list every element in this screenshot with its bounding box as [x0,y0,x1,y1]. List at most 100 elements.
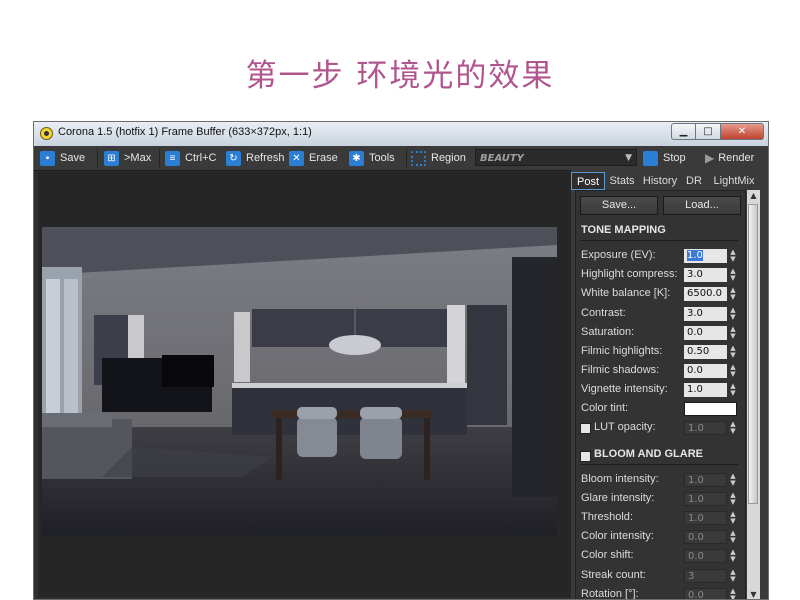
scrollbar-thumb[interactable] [748,204,758,504]
white-balance-label: White balance [K]: [581,287,671,299]
render-label: Render [718,152,755,164]
panel-tabs: Post Stats History DR LightMix [571,172,761,190]
region-label: Region [431,152,466,164]
tools-button[interactable]: ✱ Tools [349,148,395,168]
load-preset-button[interactable]: Load... [663,196,741,215]
render-viewport [38,172,571,597]
exposure-value: 1.0 [687,250,703,261]
tab-stats[interactable]: Stats [607,172,637,190]
saturation-input[interactable]: 0.0 [684,326,727,340]
color-intensity-input[interactable]: 0.0 [684,530,727,544]
minimize-button[interactable]: ▁ [671,123,696,140]
bloom-intensity-stepper[interactable]: ▲ ▼ [729,473,737,487]
frame-buffer-window: Corona 1.5 (hotfix 1) Frame Buffer (633×… [33,121,769,600]
post-tab-content: Save... Load... TONE MAPPING Exposure (E… [575,190,746,600]
render-button[interactable]: ▶ Render [705,148,754,168]
corona-logo-icon [40,127,53,140]
color-shift-input[interactable]: 0.0 [684,549,727,563]
region-button[interactable]: Region [411,148,466,168]
contrast-stepper[interactable]: ▲ ▼ [729,307,737,321]
filmic-shadows-label: Filmic shadows: [581,364,660,376]
bloom-intensity-label: Bloom intensity: [581,473,659,485]
tab-post[interactable]: Post [571,172,605,190]
threshold-input[interactable]: 1.0 [684,511,727,525]
lut-opacity-stepper[interactable]: ▲ ▼ [729,421,737,435]
tab-lightmix[interactable]: LightMix [707,172,761,190]
filmic-highlights-stepper[interactable]: ▲ ▼ [729,345,737,359]
copy-button[interactable]: ≡ Ctrl+C [165,148,216,168]
maximize-button[interactable]: □ [696,123,721,140]
rotation-input[interactable]: 0.0 [684,588,727,599]
close-button[interactable]: ✕ [721,123,764,140]
title-bar[interactable]: Corona 1.5 (hotfix 1) Frame Buffer (633×… [34,122,768,147]
save-preset-button[interactable]: Save... [580,196,658,215]
glare-intensity-input[interactable]: 1.0 [684,492,727,506]
lut-opacity-label: LUT opacity: [594,421,656,433]
tools-label: Tools [369,152,395,164]
erase-button[interactable]: ✕ Erase [289,148,338,168]
white-balance-stepper[interactable]: ▲ ▼ [729,287,737,301]
section-divider [580,464,738,465]
filmic-highlights-label: Filmic highlights: [581,345,663,357]
threshold-stepper[interactable]: ▲ ▼ [729,511,737,525]
page-title: 第一步 环境光的效果 [245,58,555,94]
save-button[interactable]: ▪ Save [40,148,85,168]
vignette-intensity-label: Vignette intensity: [581,383,668,395]
tab-dr[interactable]: DR [683,172,705,190]
streak-count-label: Streak count: [581,569,646,581]
copy-label: Ctrl+C [185,152,217,164]
close-icon: ✕ [289,150,304,166]
bloom-intensity-input[interactable]: 1.0 [684,473,727,487]
channel-select[interactable]: BEAUTY ▼ [475,149,637,166]
highlight-compress-stepper[interactable]: ▲ ▼ [729,268,737,282]
window-controls: ▁ □ ✕ [671,123,764,140]
window-icon: ⊞ [104,150,119,166]
floppy-icon: ▪ [40,150,55,166]
refresh-button[interactable]: ↻ Refresh [226,148,285,168]
lut-checkbox[interactable] [580,423,591,434]
scroll-up-arrow-icon[interactable]: ▲ [747,190,760,202]
tone-mapping-title: TONE MAPPING [581,224,666,236]
highlight-compress-input[interactable]: 3.0 [684,268,727,282]
contrast-input[interactable]: 3.0 [684,307,727,321]
streak-count-input[interactable]: 3 [684,569,727,583]
max-button[interactable]: ⊞ >Max [104,148,151,168]
color-tint-swatch[interactable] [684,402,737,416]
contrast-label: Contrast: [581,307,626,319]
scroll-down-arrow-icon[interactable]: ▼ [747,589,760,599]
vignette-intensity-stepper[interactable]: ▲ ▼ [729,383,737,397]
chevron-down-icon: ▼ [625,153,632,163]
streak-count-stepper[interactable]: ▲ ▼ [729,569,737,583]
clipboard-icon: ≡ [165,150,180,166]
exposure-label: Exposure (EV): [581,249,656,261]
rotation-label: Rotation [°]: [581,588,639,600]
color-shift-label: Color shift: [581,549,634,561]
saturation-stepper[interactable]: ▲ ▼ [729,326,737,340]
color-tint-label: Color tint: [581,402,629,414]
color-shift-stepper[interactable]: ▲ ▼ [729,549,737,563]
exposure-stepper[interactable]: ▲ ▼ [729,249,737,263]
stop-label: Stop [663,152,686,164]
toolbar-divider [406,149,407,167]
save-label: Save [60,152,86,164]
tab-history[interactable]: History [639,172,681,190]
color-intensity-stepper[interactable]: ▲ ▼ [729,530,737,544]
vignette-intensity-input[interactable]: 1.0 [684,383,727,397]
threshold-label: Threshold: [581,511,633,523]
filmic-shadows-input[interactable]: 0.0 [684,364,727,378]
rendered-kitchen-image [42,227,557,536]
stop-button[interactable]: Stop [643,148,686,168]
white-balance-input[interactable]: 6500.0 [684,287,727,301]
glare-intensity-stepper[interactable]: ▲ ▼ [729,492,737,506]
filmic-highlights-input[interactable]: 0.50 [684,345,727,359]
refresh-icon: ↻ [226,150,241,166]
filmic-shadows-stepper[interactable]: ▲ ▼ [729,364,737,378]
region-select-icon [411,150,426,166]
settings-panel: Post Stats History DR LightMix Save... L… [571,170,768,600]
highlight-compress-label: Highlight compress: [581,268,678,280]
rotation-stepper[interactable]: ▲ ▼ [729,588,737,600]
lut-opacity-input[interactable]: 1.0 [684,421,727,435]
exposure-input[interactable]: 1.0 [684,249,727,263]
bloom-checkbox[interactable] [580,451,591,462]
panel-scrollbar[interactable]: ▲ ▼ [747,190,760,599]
